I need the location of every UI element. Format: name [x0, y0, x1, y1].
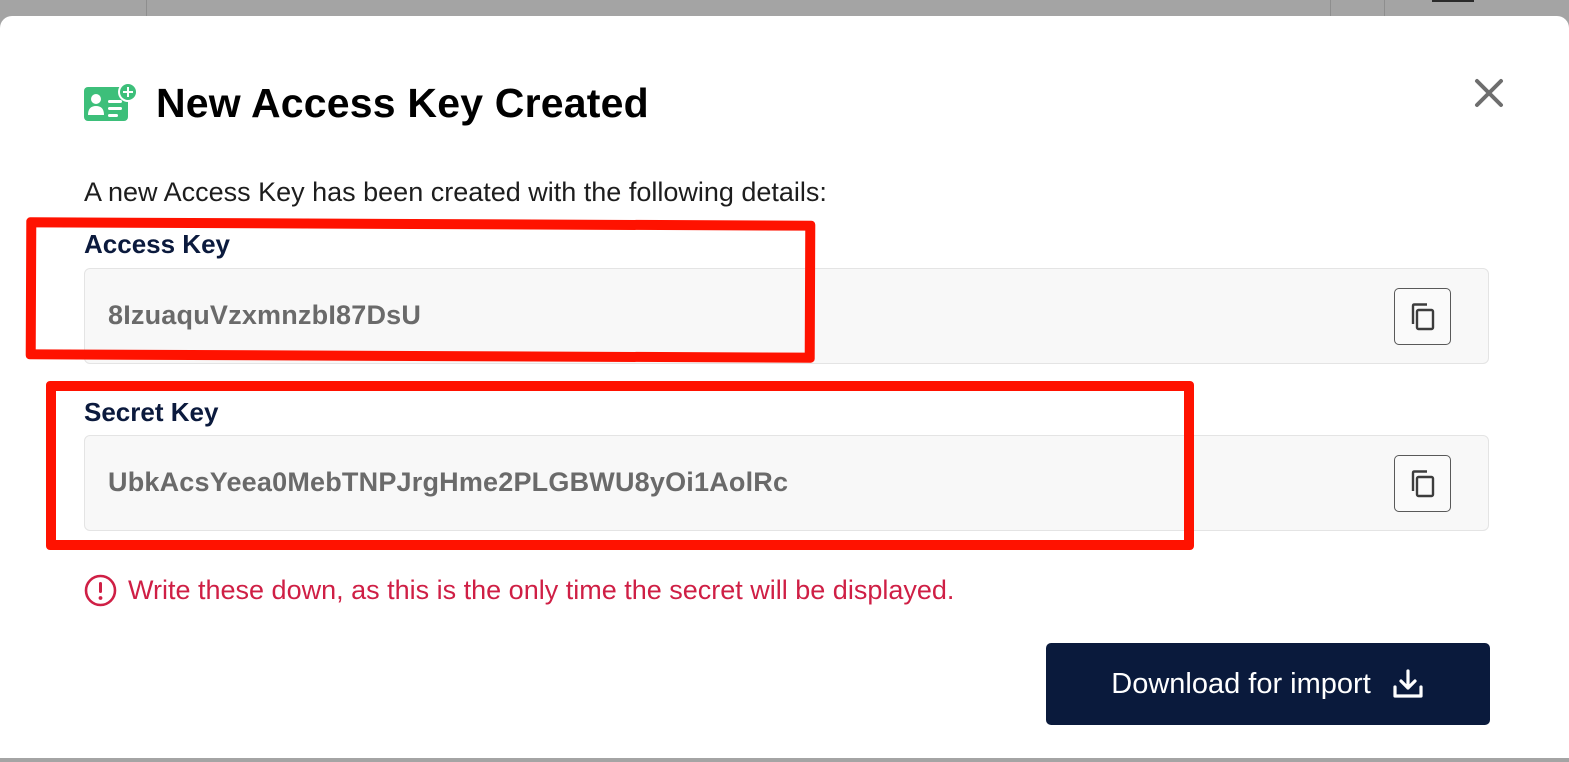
dialog-header: New Access Key Created — [84, 79, 649, 126]
id-card-plus-icon — [84, 82, 138, 121]
copy-icon — [1411, 469, 1434, 497]
warning-text: Write these down, as this is the only ti… — [128, 575, 955, 605]
copy-secret-key-button[interactable] — [1394, 455, 1451, 512]
download-button-label: Download for import — [1111, 667, 1371, 700]
background-divider — [1384, 0, 1385, 16]
copy-icon — [1411, 302, 1434, 330]
copy-access-key-button[interactable] — [1394, 288, 1451, 345]
dialog-intro-text: A new Access Key has been created with t… — [84, 177, 827, 207]
dialog-title: New Access Key Created — [156, 79, 649, 126]
close-button[interactable] — [1468, 72, 1510, 114]
background-divider — [1330, 0, 1331, 16]
annotation-highlight-access-key — [25, 217, 816, 363]
download-icon — [1393, 669, 1423, 698]
close-icon — [1475, 79, 1503, 107]
annotation-highlight-secret-key — [46, 381, 1194, 550]
background-divider — [146, 0, 147, 16]
secret-warning: Write these down, as this is the only ti… — [84, 574, 954, 607]
download-for-import-button[interactable]: Download for import — [1046, 643, 1490, 725]
exclamation-circle-icon — [84, 574, 117, 607]
background-element — [1432, 0, 1474, 2]
